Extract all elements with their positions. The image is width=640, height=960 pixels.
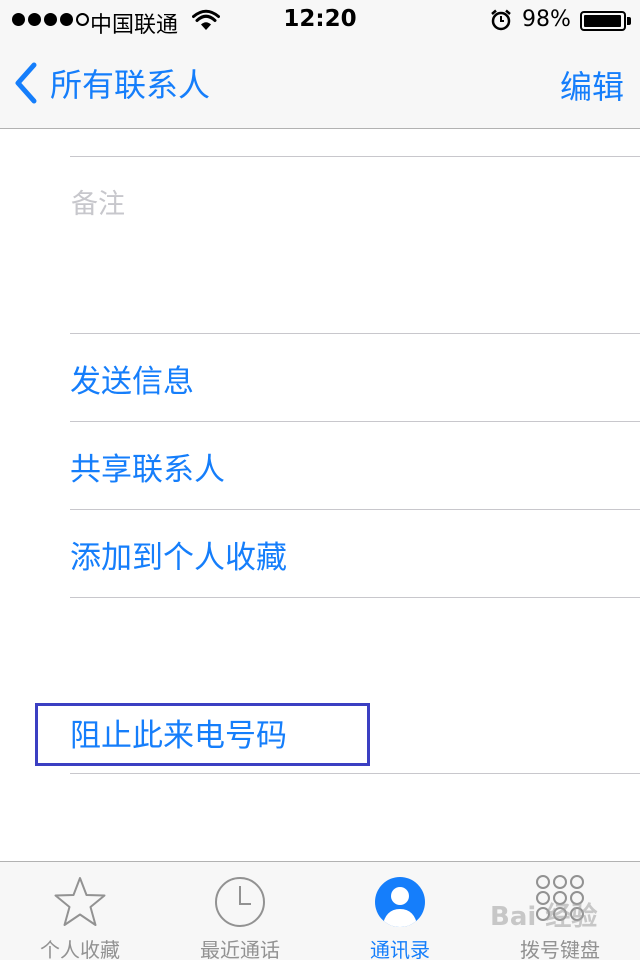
edit-button[interactable]: 编辑	[560, 62, 624, 108]
highlight-box	[35, 703, 370, 766]
tab-contacts[interactable]: 通讯录	[320, 862, 480, 960]
back-button[interactable]: 所有联系人	[12, 58, 210, 108]
watermark-logo: Bai 经验	[490, 902, 598, 932]
battery-icon	[580, 11, 626, 31]
tab-label: 通讯录	[370, 938, 430, 960]
clock-icon	[215, 877, 265, 927]
tab-bar: 个人收藏 最近通话 通讯录 拨号键盘 Bai 经验	[0, 861, 640, 960]
add-to-favorites-button[interactable]: 添加到个人收藏	[70, 524, 287, 584]
alarm-icon	[491, 9, 511, 31]
send-message-button[interactable]: 发送信息	[70, 348, 194, 408]
notes-field[interactable]: 备注	[71, 182, 125, 221]
battery-tip	[627, 17, 631, 25]
status-bar: 中国联通 12:20 98%	[0, 0, 640, 40]
separator	[70, 509, 640, 510]
separator	[70, 333, 640, 334]
tab-recents[interactable]: 最近通话	[160, 862, 320, 960]
battery-fill	[584, 15, 622, 27]
tab-label: 拨号键盘	[520, 938, 600, 960]
tab-favorites[interactable]: 个人收藏	[0, 862, 160, 960]
person-circle-icon	[375, 877, 425, 927]
tab-label: 个人收藏	[40, 938, 120, 960]
share-contact-button[interactable]: 共享联系人	[70, 436, 225, 496]
top-bar: 中国联通 12:20 98% 所有联系人 编辑	[0, 0, 640, 129]
star-icon	[54, 877, 106, 926]
tab-label: 最近通话	[200, 938, 280, 960]
chevron-left-icon	[15, 62, 37, 104]
separator	[70, 156, 640, 157]
separator	[70, 597, 640, 598]
back-button-label: 所有联系人	[50, 66, 211, 104]
separator	[70, 773, 640, 774]
separator	[70, 421, 640, 422]
battery-percent: 98%	[522, 7, 571, 32]
